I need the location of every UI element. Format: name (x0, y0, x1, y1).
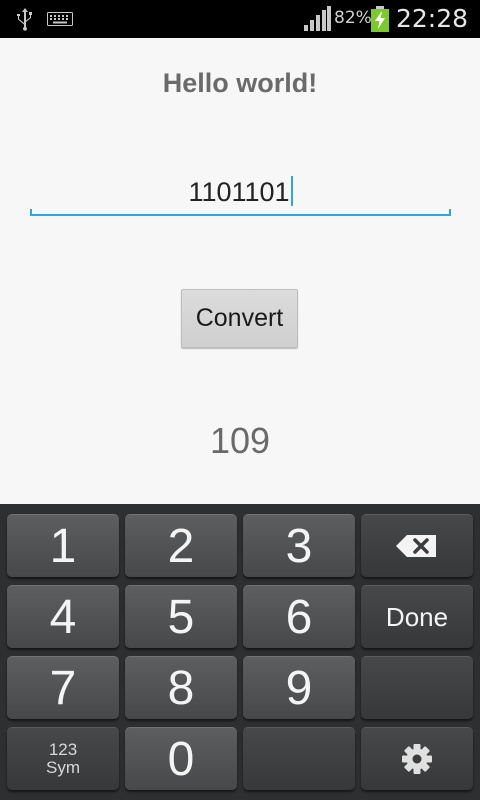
key-label: 4 (49, 590, 77, 644)
app-content: Hello world! 1101101 Convert 109 (0, 38, 480, 504)
clock-time: 22:28 (396, 4, 469, 33)
sym-label-top: 123 (48, 740, 78, 759)
key-label: 0 (167, 732, 195, 786)
blank-key[interactable] (361, 656, 473, 719)
blank-key[interactable] (243, 727, 355, 790)
key-1[interactable]: 1 (7, 514, 119, 577)
key-4[interactable]: 4 (7, 585, 119, 648)
input-underline (30, 209, 451, 216)
result-value: 109 (209, 420, 271, 461)
done-key[interactable]: Done (361, 585, 473, 648)
key-8[interactable]: 8 (125, 656, 237, 719)
key-label: 1 (49, 519, 77, 573)
signal-icon (304, 6, 331, 31)
sym-key[interactable]: 123 Sym (7, 727, 119, 790)
convert-button[interactable]: Convert (181, 289, 298, 348)
key-0[interactable]: 0 (125, 727, 237, 790)
key-7[interactable]: 7 (7, 656, 119, 719)
page-title: Hello world! (162, 68, 318, 98)
input-text[interactable]: 1101101 (30, 176, 451, 208)
input-value-text: 1101101 (188, 177, 290, 207)
key-label: 3 (285, 519, 313, 573)
gear-icon (402, 744, 432, 774)
settings-key[interactable] (361, 727, 473, 790)
key-label: 9 (285, 661, 313, 715)
key-label: 5 (167, 590, 195, 644)
sym-label-bottom: Sym (46, 758, 80, 777)
done-label: Done (385, 601, 449, 632)
key-5[interactable]: 5 (125, 585, 237, 648)
backspace-icon (396, 535, 436, 557)
backspace-key[interactable] (361, 514, 473, 577)
key-label: 7 (49, 661, 77, 715)
key-3[interactable]: 3 (243, 514, 355, 577)
status-bar: 82% 22:28 (0, 0, 480, 38)
text-cursor (290, 176, 293, 206)
key-9[interactable]: 9 (243, 656, 355, 719)
key-label: 6 (285, 590, 313, 644)
numeric-keyboard: 1 2 3 4 5 6 Done 7 8 9 123 Sym 0 (0, 504, 480, 800)
key-6[interactable]: 6 (243, 585, 355, 648)
sym-label: 123 Sym (46, 741, 80, 777)
key-label: 8 (167, 661, 195, 715)
key-2[interactable]: 2 (125, 514, 237, 577)
battery-percent: 82% (334, 8, 372, 28)
keyboard-icon (47, 12, 73, 26)
usb-icon (17, 8, 32, 31)
battery-charging-icon (371, 6, 389, 32)
key-label: 2 (167, 519, 195, 573)
binary-input-field[interactable]: 1101101 (30, 160, 451, 216)
